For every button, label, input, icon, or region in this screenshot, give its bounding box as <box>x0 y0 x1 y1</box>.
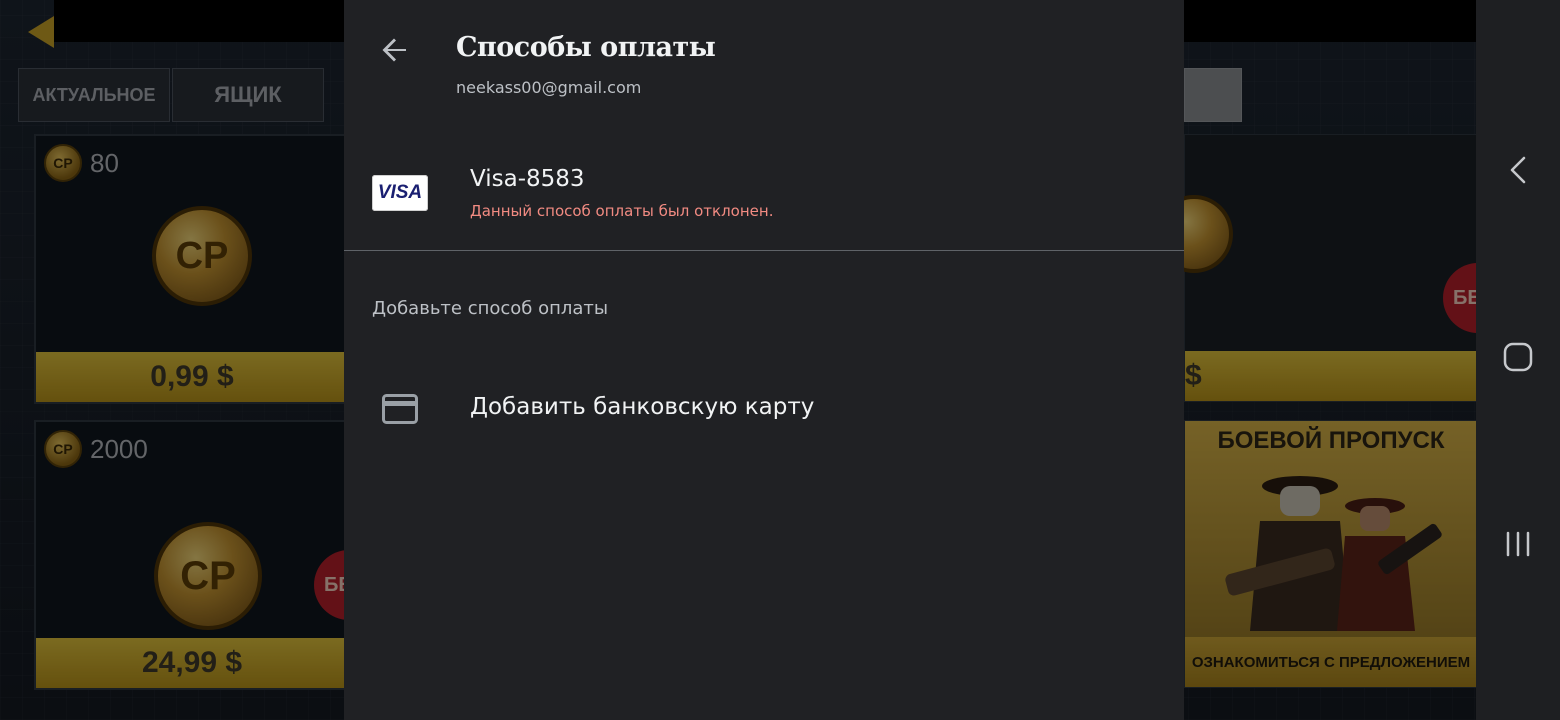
system-navigation-bar <box>1476 0 1560 720</box>
credit-card-icon <box>382 394 418 424</box>
back-nav-icon <box>1510 156 1526 184</box>
dialog-title: Способы оплаты <box>456 32 716 63</box>
visa-logo-icon: VISA <box>372 175 428 211</box>
payment-method-declined-status: Данный способ оплаты был отклонен. <box>470 202 774 220</box>
home-nav-icon <box>1503 342 1533 372</box>
nav-back-button[interactable] <box>1498 150 1538 190</box>
nav-recents-button[interactable] <box>1498 524 1538 564</box>
payment-method-name: Visa-8583 <box>470 166 585 192</box>
add-bank-card-label: Добавить банковскую карту <box>470 394 815 420</box>
add-bank-card-button[interactable]: Добавить банковскую карту <box>344 370 1184 450</box>
payment-method-visa[interactable]: VISA Visa-8583 Данный способ оплаты был … <box>344 140 1184 250</box>
account-email: neekass00@gmail.com <box>456 78 642 97</box>
payment-methods-dialog: Способы оплаты neekass00@gmail.com VISA … <box>344 0 1184 720</box>
back-arrow-icon <box>382 38 406 62</box>
back-button[interactable] <box>374 30 414 70</box>
nav-home-button[interactable] <box>1498 337 1538 377</box>
divider <box>344 250 1184 251</box>
add-payment-section-label: Добавьте способ оплаты <box>372 298 609 319</box>
recents-nav-icon <box>1506 531 1530 557</box>
